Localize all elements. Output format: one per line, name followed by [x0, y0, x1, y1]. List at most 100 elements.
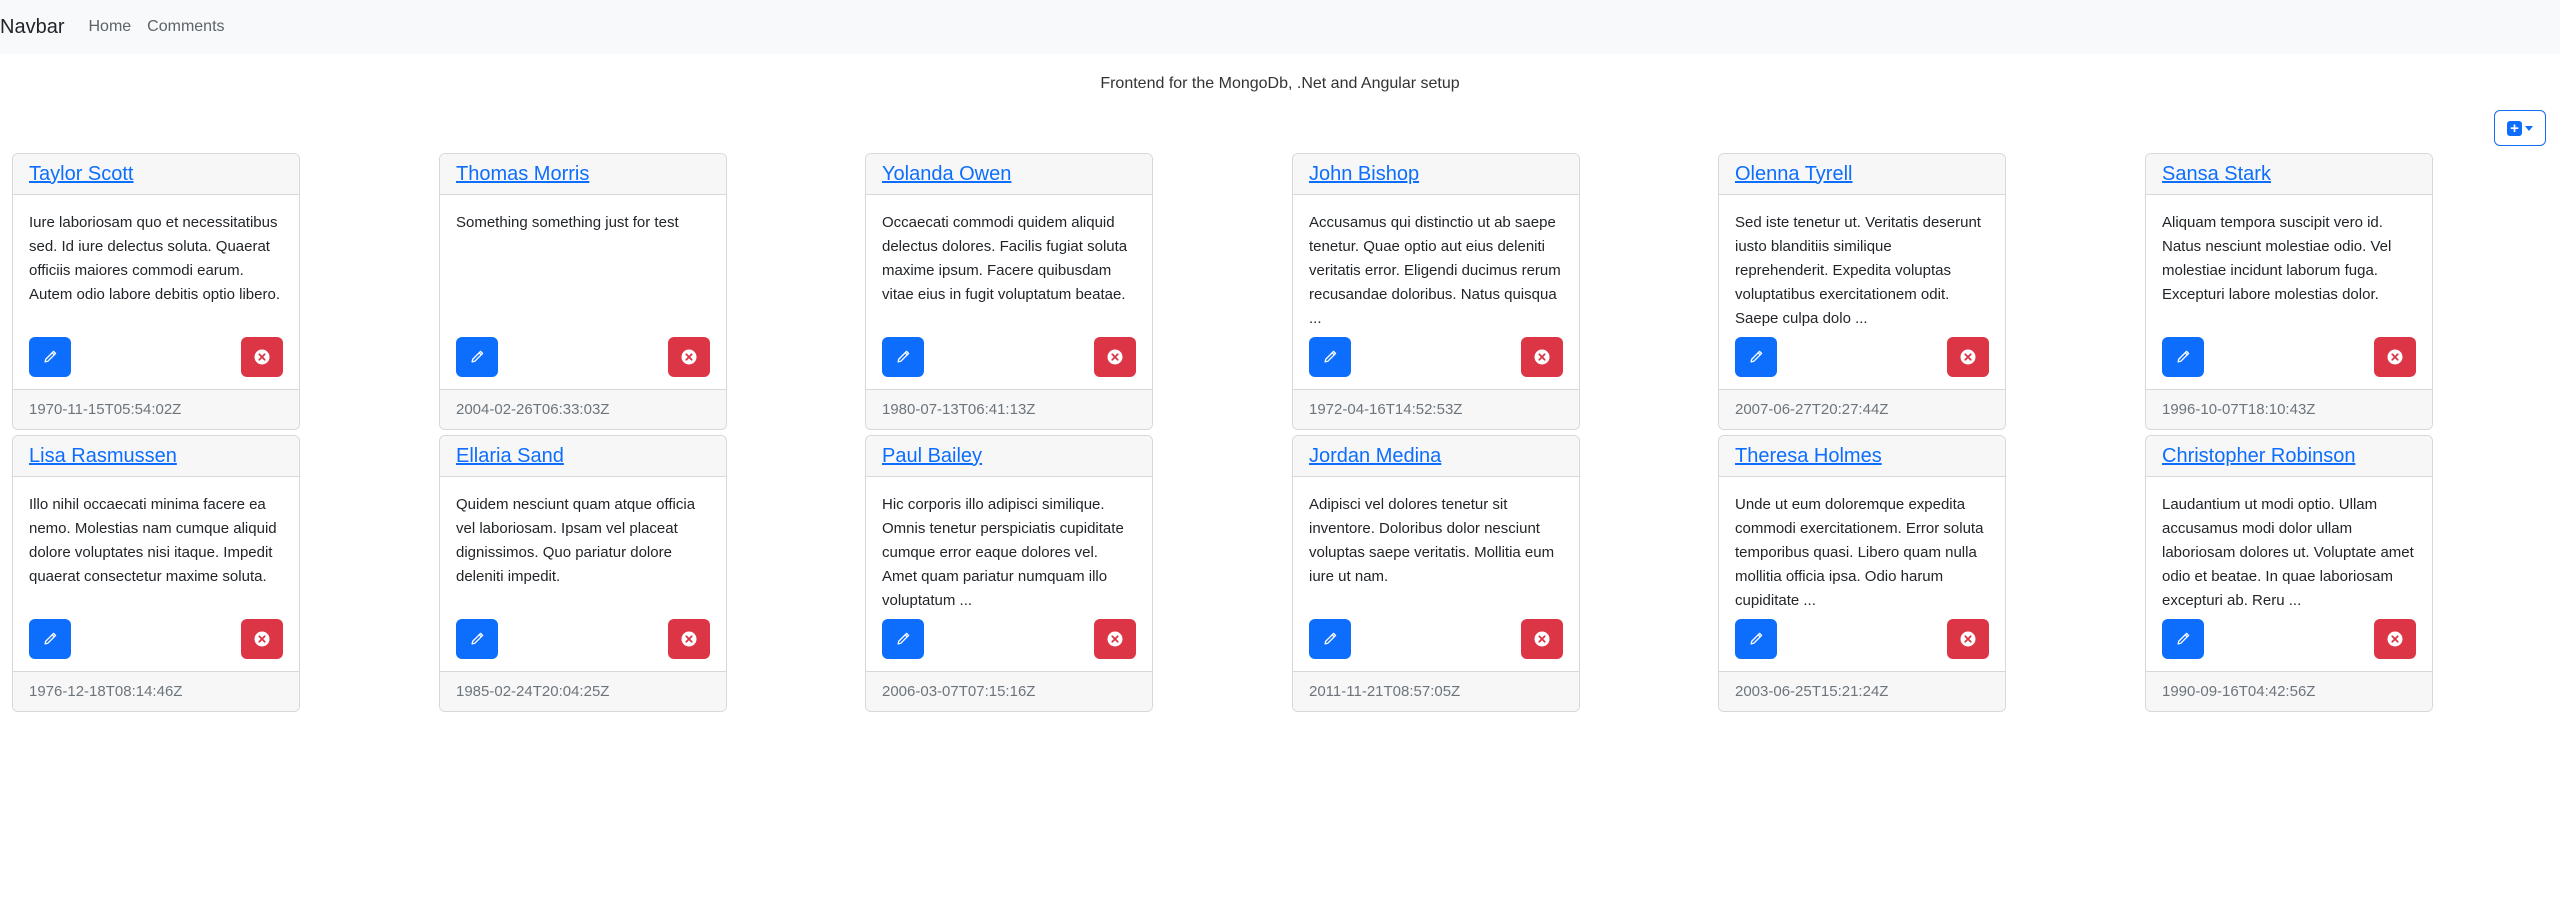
pencil-icon: [1324, 632, 1337, 645]
x-circle-icon: [1107, 631, 1123, 647]
card-footer: 1972-04-16T14:52:53Z: [1293, 389, 1579, 429]
card-author-link[interactable]: Christopher Robinson: [2162, 445, 2355, 468]
card-footer: 1970-11-15T05:54:02Z: [13, 389, 299, 429]
pencil-icon: [897, 350, 910, 363]
comment-card: Thomas Morris Something something just fo…: [439, 153, 727, 430]
pencil-icon: [1750, 350, 1763, 363]
card-author-link[interactable]: Jordan Medina: [1309, 445, 1441, 468]
card-timestamp: 1976-12-18T08:14:46Z: [29, 683, 183, 700]
card-timestamp: 2004-02-26T06:33:03Z: [456, 401, 610, 418]
card-author-link[interactable]: Yolanda Owen: [882, 163, 1011, 186]
delete-button[interactable]: [1947, 619, 1989, 659]
card-header: Ellaria Sand: [440, 436, 726, 477]
edit-button[interactable]: [456, 337, 498, 377]
x-circle-icon: [1960, 349, 1976, 365]
x-circle-icon: [2387, 349, 2403, 365]
delete-button[interactable]: [241, 337, 283, 377]
pencil-icon: [44, 350, 57, 363]
delete-button[interactable]: [2374, 337, 2416, 377]
card-header: Yolanda Owen: [866, 154, 1152, 195]
card-body: Hic corporis illo adipisci similique. Om…: [866, 477, 1152, 671]
edit-button[interactable]: [1309, 337, 1351, 377]
card-body: Aliquam tempora suscipit vero id. Natus …: [2146, 195, 2432, 389]
card-text: Occaecati commodi quidem aliquid delectu…: [882, 214, 1128, 303]
delete-button[interactable]: [1521, 619, 1563, 659]
edit-button[interactable]: [2162, 619, 2204, 659]
card-body: Adipisci vel dolores tenetur sit invento…: [1293, 477, 1579, 671]
delete-button[interactable]: [668, 619, 710, 659]
comment-card: Christopher Robinson Laudantium ut modi o…: [2145, 435, 2433, 712]
comment-card: Theresa Holmes Unde ut eum doloremque exp…: [1718, 435, 2006, 712]
card-author-link[interactable]: Ellaria Sand: [456, 445, 564, 468]
card-header: Olenna Tyrell: [1719, 154, 2005, 195]
card-author-link[interactable]: Thomas Morris: [456, 163, 589, 186]
delete-button[interactable]: [241, 619, 283, 659]
card-footer: 2011-11-21T08:57:05Z: [1293, 671, 1579, 711]
add-dropdown-button[interactable]: +: [2494, 110, 2546, 146]
card-timestamp: 1996-10-07T18:10:43Z: [2162, 401, 2316, 418]
card-header: Thomas Morris: [440, 154, 726, 195]
card-timestamp: 1985-02-24T20:04:25Z: [456, 683, 610, 700]
card-author-link[interactable]: John Bishop: [1309, 163, 1419, 186]
card-timestamp: 1970-11-15T05:54:02Z: [29, 401, 182, 418]
card-header: Paul Bailey: [866, 436, 1152, 477]
delete-button[interactable]: [2374, 619, 2416, 659]
edit-button[interactable]: [29, 619, 71, 659]
card-body: Accusamus qui distinctio ut ab saepe ten…: [1293, 195, 1579, 389]
card-body: Unde ut eum doloremque expedita commodi …: [1719, 477, 2005, 671]
card-text: Something something just for test: [456, 214, 679, 231]
nav-link-comments[interactable]: Comments: [147, 18, 224, 36]
pencil-icon: [471, 350, 484, 363]
card-timestamp: 1980-07-13T06:41:13Z: [882, 401, 1036, 418]
delete-button[interactable]: [668, 337, 710, 377]
card-text: Laudantium ut modi optio. Ullam accusamu…: [2162, 496, 2414, 609]
card-author-link[interactable]: Lisa Rasmussen: [29, 445, 177, 468]
pencil-icon: [471, 632, 484, 645]
card-body: Occaecati commodi quidem aliquid delectu…: [866, 195, 1152, 389]
x-circle-icon: [254, 631, 270, 647]
card-author-link[interactable]: Taylor Scott: [29, 163, 133, 186]
x-circle-icon: [254, 349, 270, 365]
card-header: Christopher Robinson: [2146, 436, 2432, 477]
nav-link-home[interactable]: Home: [88, 18, 131, 36]
x-circle-icon: [1534, 349, 1550, 365]
card-text: Unde ut eum doloremque expedita commodi …: [1735, 496, 1984, 609]
edit-button[interactable]: [882, 619, 924, 659]
edit-button[interactable]: [1309, 619, 1351, 659]
navbar-brand[interactable]: Navbar: [0, 16, 64, 39]
card-timestamp: 2003-06-25T15:21:24Z: [1735, 683, 1889, 700]
edit-button[interactable]: [29, 337, 71, 377]
comment-card: Ellaria Sand Quidem nesciunt quam atque o…: [439, 435, 727, 712]
card-text: Illo nihil occaecati minima facere ea ne…: [29, 496, 277, 585]
card-header: Taylor Scott: [13, 154, 299, 195]
delete-button[interactable]: [1947, 337, 1989, 377]
card-author-link[interactable]: Olenna Tyrell: [1735, 163, 1852, 186]
edit-button[interactable]: [2162, 337, 2204, 377]
card-author-link[interactable]: Theresa Holmes: [1735, 445, 1882, 468]
delete-button[interactable]: [1094, 337, 1136, 377]
delete-button[interactable]: [1521, 337, 1563, 377]
x-circle-icon: [1534, 631, 1550, 647]
edit-button[interactable]: [456, 619, 498, 659]
plus-square-icon: +: [2507, 120, 2522, 136]
delete-button[interactable]: [1094, 619, 1136, 659]
card-author-link[interactable]: Sansa Stark: [2162, 163, 2271, 186]
edit-button[interactable]: [1735, 337, 1777, 377]
card-footer: 1996-10-07T18:10:43Z: [2146, 389, 2432, 429]
card-body: Laudantium ut modi optio. Ullam accusamu…: [2146, 477, 2432, 671]
x-circle-icon: [1107, 349, 1123, 365]
x-circle-icon: [1960, 631, 1976, 647]
edit-button[interactable]: [1735, 619, 1777, 659]
card-header: Sansa Stark: [2146, 154, 2432, 195]
card-footer: 1985-02-24T20:04:25Z: [440, 671, 726, 711]
page-subtitle: Frontend for the MongoDb, .Net and Angul…: [1100, 75, 1460, 92]
edit-button[interactable]: [882, 337, 924, 377]
card-body: Sed iste tenetur ut. Veritatis deserunt …: [1719, 195, 2005, 389]
comment-card: Yolanda Owen Occaecati commodi quidem ali…: [865, 153, 1153, 430]
card-footer: 2004-02-26T06:33:03Z: [440, 389, 726, 429]
card-text: Quidem nesciunt quam atque officia vel l…: [456, 496, 696, 585]
card-footer: 2007-06-27T20:27:44Z: [1719, 389, 2005, 429]
card-author-link[interactable]: Paul Bailey: [882, 445, 982, 468]
comment-card: John Bishop Accusamus qui distinctio ut a…: [1292, 153, 1580, 430]
pencil-icon: [897, 632, 910, 645]
